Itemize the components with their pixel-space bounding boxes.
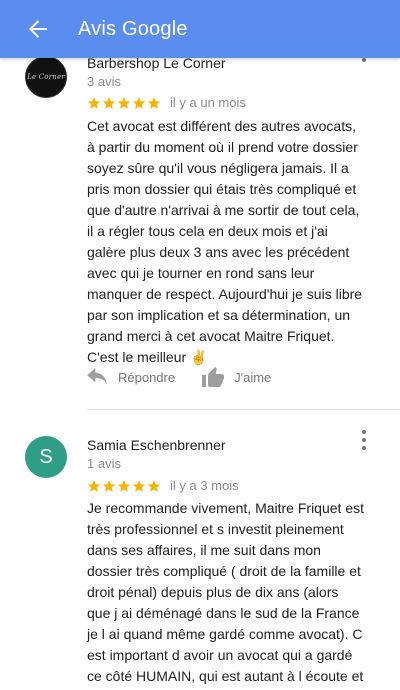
review-actions: Répondre J'aime: [87, 366, 271, 388]
star-icon: [117, 479, 131, 492]
divider: [87, 409, 400, 410]
avatar-logo-text: Le Corner: [27, 73, 65, 81]
like-button[interactable]: J'aime: [201, 366, 271, 388]
star-icon: [102, 479, 116, 492]
more-options-button[interactable]: [358, 58, 370, 62]
review-text: Je recommande vivement, Maitre Friquet e…: [87, 500, 364, 690]
star-icon: [147, 96, 161, 109]
page-title: Avis Google: [78, 17, 188, 40]
star-icon: [87, 479, 101, 492]
back-button[interactable]: [26, 17, 50, 41]
app-bar: Avis Google: [0, 0, 400, 58]
reviews-list[interactable]: Le Corner Barbershop Le Corner 3 avis il…: [0, 58, 400, 690]
star-icon: [147, 479, 161, 492]
star-icon: [132, 96, 146, 109]
dot-icon: [362, 446, 366, 450]
avatar[interactable]: Le Corner: [25, 58, 67, 98]
reply-button[interactable]: Répondre: [87, 368, 175, 386]
more-options-button[interactable]: [358, 430, 370, 450]
star-icon: [87, 96, 101, 109]
avatar-letter: S: [39, 445, 53, 468]
review-author[interactable]: Barbershop Le Corner: [87, 58, 226, 71]
review-text: Cet avocat est différent des autres avoc…: [87, 118, 363, 365]
review-date: il y a 3 mois: [170, 478, 239, 493]
reply-icon: [87, 368, 107, 385]
dot-icon: [362, 58, 366, 62]
review-author[interactable]: Samia Eschenbrenner: [87, 437, 226, 453]
reply-label: Répondre: [118, 369, 176, 385]
arrow-back-icon: [29, 20, 47, 38]
review-count: 1 avis: [87, 456, 121, 471]
star-rating: il y a un mois: [87, 95, 246, 110]
dot-icon: [362, 430, 366, 434]
thumb-up-icon: [202, 367, 225, 387]
star-rating: il y a 3 mois: [87, 478, 239, 493]
review-count: 3 avis: [87, 74, 121, 89]
like-label: J'aime: [234, 369, 272, 385]
review-date: il y a un mois: [170, 95, 246, 110]
star-icon: [102, 96, 116, 109]
star-icon: [117, 96, 131, 109]
star-icon: [132, 479, 146, 492]
dot-icon: [362, 438, 366, 442]
avatar[interactable]: S: [25, 436, 67, 478]
